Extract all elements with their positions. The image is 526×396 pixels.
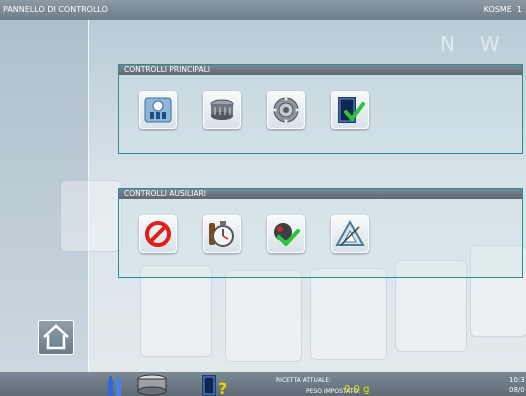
ball-check-icon: [274, 223, 300, 246]
checked-door-icon: [338, 97, 365, 123]
home-button[interactable]: [38, 320, 74, 355]
panel-title: CONTROLLI PRINCIPALI: [119, 65, 522, 75]
title-bar: PANNELLO DI CONTROLLO KOSME 1: [0, 0, 526, 20]
prohibited-button[interactable]: [139, 215, 177, 253]
svg-text:?: ?: [218, 379, 227, 396]
door-question-icon: ?: [202, 375, 227, 396]
stopwatch-icon: [209, 221, 234, 247]
clock-date: 08/0: [509, 386, 525, 394]
background-machine: [310, 268, 387, 360]
rotary-filler-button[interactable]: [203, 91, 241, 129]
triangle-drafting-icon: [335, 219, 365, 246]
auxiliary-controls-panel: CONTROLLI AUSILIARI: [118, 188, 523, 278]
main-controls-panel: CONTROLLI PRINCIPALI: [118, 64, 523, 154]
background-machine: [225, 270, 302, 362]
carousel-machine-button[interactable]: [267, 91, 305, 129]
ball-check-button[interactable]: [267, 215, 305, 253]
window-title: PANNELLO DI CONTROLLO: [3, 5, 108, 14]
panel-title: CONTROLLI AUSILIARI: [119, 189, 522, 199]
bottle-valves-button[interactable]: [139, 91, 177, 129]
stopwatch-button[interactable]: [203, 215, 241, 253]
status-bar: ? RICETTA ATTUALE: PESO IMPOSTATO: 0,0 g…: [0, 372, 526, 396]
bottles-icon: [108, 376, 121, 396]
checked-door-button[interactable]: [331, 91, 369, 129]
brand-label: KOSME 1: [483, 5, 522, 14]
setpoint-value: 0,0 g: [344, 384, 370, 395]
watermark-letter: N: [440, 32, 457, 56]
home-icon: [43, 324, 69, 350]
clock-time: 10:3: [509, 376, 525, 384]
background-machine: [60, 180, 122, 252]
drum-icon: [137, 374, 167, 396]
recipe-label: RICETTA ATTUALE:: [276, 377, 332, 384]
rotary-filler-icon: [210, 99, 234, 120]
watermark-letter: W: [480, 32, 502, 56]
bottle-valves-icon: [144, 97, 172, 123]
main-area: N W CONTROLLI PRINCIPALI CONTROLLI AUSIL…: [0, 20, 526, 372]
prohibited-icon: [145, 221, 171, 247]
triangle-drafting-button[interactable]: [331, 215, 369, 253]
carousel-machine-icon: [273, 97, 299, 123]
background-machine: [140, 265, 212, 357]
